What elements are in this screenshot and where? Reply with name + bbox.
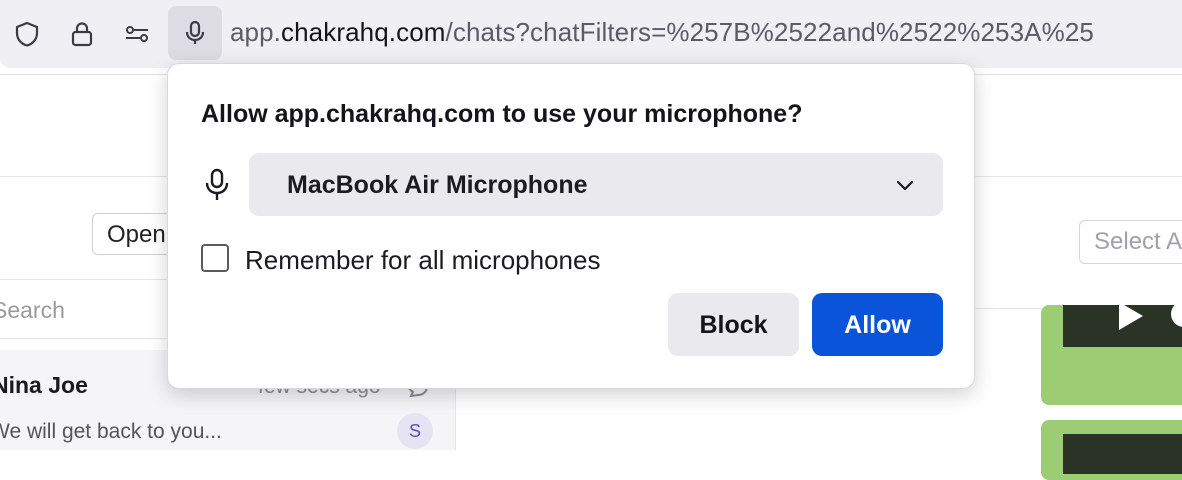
url-text[interactable]: app.chakrahq.com/chats?chatFilters=%257B… <box>230 17 1094 48</box>
microphone-icon <box>185 20 205 44</box>
microphone-device-select[interactable]: MacBook Air Microphone <box>249 153 943 216</box>
microphone-permission-button[interactable] <box>168 6 222 60</box>
microphone-permission-popup: Allow app.chakrahq.com to use your micro… <box>167 63 975 389</box>
url-path: /chats?chatFilters=%257B%2522and%2522%25… <box>445 17 1094 47</box>
block-button[interactable]: Block <box>668 293 799 356</box>
remember-label[interactable]: Remember for all microphones <box>245 245 600 276</box>
url-bar[interactable]: app.chakrahq.com/chats?chatFilters=%257B… <box>0 0 1182 68</box>
allow-button[interactable]: Allow <box>812 293 943 356</box>
microphone-icon <box>205 168 229 200</box>
media-message[interactable] <box>1041 420 1182 480</box>
device-select-label: MacBook Air Microphone <box>287 171 588 199</box>
video-thumbnail <box>1063 434 1182 474</box>
progress-dot-icon <box>1171 301 1182 327</box>
right-filter-select[interactable]: Select A <box>1079 220 1182 264</box>
url-domain: chakrahq.com <box>281 17 446 47</box>
remember-checkbox[interactable] <box>201 244 229 272</box>
video-thumbnail <box>1063 301 1182 347</box>
shield-icon[interactable] <box>12 14 42 54</box>
chevron-down-icon <box>896 180 914 191</box>
media-message[interactable] <box>1041 301 1182 405</box>
lock-icon[interactable] <box>67 14 97 54</box>
assignee-avatar: S <box>397 413 433 449</box>
chat-preview-text: We will get back to you... <box>0 420 222 443</box>
chat-contact-name: Nina Joe <box>0 372 88 398</box>
url-prefix: app. <box>230 17 282 47</box>
permissions-icon[interactable] <box>122 14 152 54</box>
popup-title: Allow app.chakrahq.com to use your micro… <box>201 100 803 128</box>
play-icon <box>1119 302 1143 330</box>
